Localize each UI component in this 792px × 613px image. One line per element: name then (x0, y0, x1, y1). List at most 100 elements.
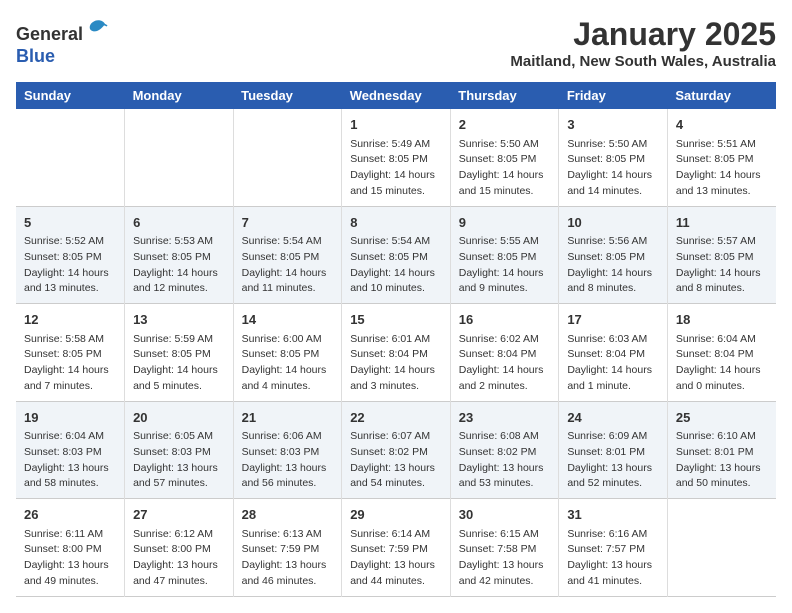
title-area: January 2025 Maitland, New South Wales, … (510, 16, 776, 70)
month-year-title: January 2025 (510, 16, 776, 53)
day-info: Sunrise: 6:02 AM Sunset: 8:04 PM Dayligh… (459, 332, 551, 395)
header-tuesday: Tuesday (233, 82, 342, 109)
day-number: 16 (459, 310, 551, 330)
day-number: 31 (567, 505, 659, 525)
calendar-cell: 17Sunrise: 6:03 AM Sunset: 8:04 PM Dayli… (559, 304, 668, 402)
header-friday: Friday (559, 82, 668, 109)
day-info: Sunrise: 5:49 AM Sunset: 8:05 PM Dayligh… (350, 137, 442, 200)
calendar-cell: 20Sunrise: 6:05 AM Sunset: 8:03 PM Dayli… (125, 401, 234, 499)
day-number: 1 (350, 115, 442, 135)
calendar-cell: 1Sunrise: 5:49 AM Sunset: 8:05 PM Daylig… (342, 109, 451, 206)
day-number: 3 (567, 115, 659, 135)
calendar-cell: 7Sunrise: 5:54 AM Sunset: 8:05 PM Daylig… (233, 206, 342, 304)
day-number: 7 (242, 213, 334, 233)
calendar-cell (233, 109, 342, 206)
header-wednesday: Wednesday (342, 82, 451, 109)
calendar-cell: 8Sunrise: 5:54 AM Sunset: 8:05 PM Daylig… (342, 206, 451, 304)
calendar-cell (667, 499, 776, 597)
day-number: 22 (350, 408, 442, 428)
day-info: Sunrise: 6:07 AM Sunset: 8:02 PM Dayligh… (350, 429, 442, 492)
calendar-cell: 23Sunrise: 6:08 AM Sunset: 8:02 PM Dayli… (450, 401, 559, 499)
day-number: 9 (459, 213, 551, 233)
calendar-cell: 19Sunrise: 6:04 AM Sunset: 8:03 PM Dayli… (16, 401, 125, 499)
calendar-week-4: 19Sunrise: 6:04 AM Sunset: 8:03 PM Dayli… (16, 401, 776, 499)
day-number: 21 (242, 408, 334, 428)
day-number: 28 (242, 505, 334, 525)
day-number: 30 (459, 505, 551, 525)
day-info: Sunrise: 5:50 AM Sunset: 8:05 PM Dayligh… (459, 137, 551, 200)
day-number: 27 (133, 505, 225, 525)
day-number: 13 (133, 310, 225, 330)
day-info: Sunrise: 5:55 AM Sunset: 8:05 PM Dayligh… (459, 234, 551, 297)
calendar-cell: 2Sunrise: 5:50 AM Sunset: 8:05 PM Daylig… (450, 109, 559, 206)
day-number: 12 (24, 310, 116, 330)
logo-blue-text: Blue (16, 46, 55, 66)
calendar-cell: 11Sunrise: 5:57 AM Sunset: 8:05 PM Dayli… (667, 206, 776, 304)
day-info: Sunrise: 6:10 AM Sunset: 8:01 PM Dayligh… (676, 429, 768, 492)
day-info: Sunrise: 6:12 AM Sunset: 8:00 PM Dayligh… (133, 527, 225, 590)
calendar-week-3: 12Sunrise: 5:58 AM Sunset: 8:05 PM Dayli… (16, 304, 776, 402)
calendar-week-2: 5Sunrise: 5:52 AM Sunset: 8:05 PM Daylig… (16, 206, 776, 304)
day-number: 4 (676, 115, 768, 135)
calendar-cell: 9Sunrise: 5:55 AM Sunset: 8:05 PM Daylig… (450, 206, 559, 304)
calendar-cell: 18Sunrise: 6:04 AM Sunset: 8:04 PM Dayli… (667, 304, 776, 402)
calendar-header: SundayMondayTuesdayWednesdayThursdayFrid… (16, 82, 776, 109)
calendar-cell: 4Sunrise: 5:51 AM Sunset: 8:05 PM Daylig… (667, 109, 776, 206)
day-info: Sunrise: 5:52 AM Sunset: 8:05 PM Dayligh… (24, 234, 116, 297)
calendar-cell: 5Sunrise: 5:52 AM Sunset: 8:05 PM Daylig… (16, 206, 125, 304)
calendar-week-1: 1Sunrise: 5:49 AM Sunset: 8:05 PM Daylig… (16, 109, 776, 206)
day-number: 23 (459, 408, 551, 428)
logo-bird-icon (85, 16, 109, 40)
day-info: Sunrise: 5:51 AM Sunset: 8:05 PM Dayligh… (676, 137, 768, 200)
day-info: Sunrise: 6:03 AM Sunset: 8:04 PM Dayligh… (567, 332, 659, 395)
calendar-cell (16, 109, 125, 206)
calendar-cell (125, 109, 234, 206)
header-saturday: Saturday (667, 82, 776, 109)
calendar-cell: 15Sunrise: 6:01 AM Sunset: 8:04 PM Dayli… (342, 304, 451, 402)
header-thursday: Thursday (450, 82, 559, 109)
calendar-cell: 27Sunrise: 6:12 AM Sunset: 8:00 PM Dayli… (125, 499, 234, 597)
day-info: Sunrise: 6:14 AM Sunset: 7:59 PM Dayligh… (350, 527, 442, 590)
calendar-cell: 24Sunrise: 6:09 AM Sunset: 8:01 PM Dayli… (559, 401, 668, 499)
calendar-cell: 10Sunrise: 5:56 AM Sunset: 8:05 PM Dayli… (559, 206, 668, 304)
day-number: 18 (676, 310, 768, 330)
day-info: Sunrise: 6:11 AM Sunset: 8:00 PM Dayligh… (24, 527, 116, 590)
day-info: Sunrise: 6:05 AM Sunset: 8:03 PM Dayligh… (133, 429, 225, 492)
day-info: Sunrise: 6:06 AM Sunset: 8:03 PM Dayligh… (242, 429, 334, 492)
day-info: Sunrise: 6:09 AM Sunset: 8:01 PM Dayligh… (567, 429, 659, 492)
header-monday: Monday (125, 82, 234, 109)
day-info: Sunrise: 5:58 AM Sunset: 8:05 PM Dayligh… (24, 332, 116, 395)
calendar-cell: 6Sunrise: 5:53 AM Sunset: 8:05 PM Daylig… (125, 206, 234, 304)
day-info: Sunrise: 6:16 AM Sunset: 7:57 PM Dayligh… (567, 527, 659, 590)
day-number: 25 (676, 408, 768, 428)
day-number: 14 (242, 310, 334, 330)
day-number: 15 (350, 310, 442, 330)
calendar-week-5: 26Sunrise: 6:11 AM Sunset: 8:00 PM Dayli… (16, 499, 776, 597)
day-info: Sunrise: 5:53 AM Sunset: 8:05 PM Dayligh… (133, 234, 225, 297)
day-info: Sunrise: 6:04 AM Sunset: 8:03 PM Dayligh… (24, 429, 116, 492)
day-number: 20 (133, 408, 225, 428)
day-info: Sunrise: 5:56 AM Sunset: 8:05 PM Dayligh… (567, 234, 659, 297)
calendar-cell: 26Sunrise: 6:11 AM Sunset: 8:00 PM Dayli… (16, 499, 125, 597)
day-info: Sunrise: 6:00 AM Sunset: 8:05 PM Dayligh… (242, 332, 334, 395)
day-number: 5 (24, 213, 116, 233)
calendar-cell: 12Sunrise: 5:58 AM Sunset: 8:05 PM Dayli… (16, 304, 125, 402)
day-number: 26 (24, 505, 116, 525)
day-number: 6 (133, 213, 225, 233)
day-number: 24 (567, 408, 659, 428)
calendar-cell: 13Sunrise: 5:59 AM Sunset: 8:05 PM Dayli… (125, 304, 234, 402)
day-number: 10 (567, 213, 659, 233)
day-info: Sunrise: 5:54 AM Sunset: 8:05 PM Dayligh… (350, 234, 442, 297)
day-info: Sunrise: 5:54 AM Sunset: 8:05 PM Dayligh… (242, 234, 334, 297)
calendar-cell: 28Sunrise: 6:13 AM Sunset: 7:59 PM Dayli… (233, 499, 342, 597)
logo-general-text: General (16, 24, 83, 44)
day-info: Sunrise: 6:15 AM Sunset: 7:58 PM Dayligh… (459, 527, 551, 590)
day-info: Sunrise: 6:04 AM Sunset: 8:04 PM Dayligh… (676, 332, 768, 395)
calendar-cell: 31Sunrise: 6:16 AM Sunset: 7:57 PM Dayli… (559, 499, 668, 597)
day-number: 2 (459, 115, 551, 135)
calendar-cell: 21Sunrise: 6:06 AM Sunset: 8:03 PM Dayli… (233, 401, 342, 499)
day-info: Sunrise: 5:50 AM Sunset: 8:05 PM Dayligh… (567, 137, 659, 200)
day-number: 19 (24, 408, 116, 428)
day-info: Sunrise: 5:57 AM Sunset: 8:05 PM Dayligh… (676, 234, 768, 297)
day-info: Sunrise: 5:59 AM Sunset: 8:05 PM Dayligh… (133, 332, 225, 395)
